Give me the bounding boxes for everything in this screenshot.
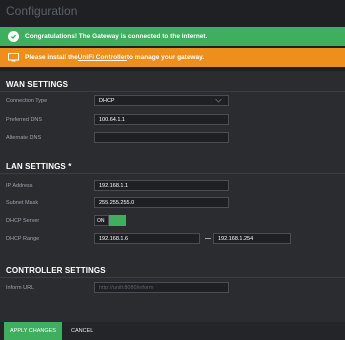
dhcp-server-toggle[interactable]: ON	[94, 215, 126, 226]
check-circle-icon	[8, 31, 19, 42]
subnet-mask-label: Subnet Mask	[6, 200, 39, 206]
warning-banner-suffix: to manage your gateway.	[126, 54, 205, 61]
alternate-dns-input[interactable]	[94, 132, 229, 143]
dhcp-range-start-input[interactable]: 192.168.1.6	[94, 233, 200, 244]
warning-banner-prefix: Please install the	[25, 54, 78, 61]
warning-banner: Please install the UniFi Controller to m…	[0, 48, 345, 67]
success-banner-text: Congratulations! The Gateway is connecte…	[25, 33, 208, 40]
lan-settings-heading: LAN SETTINGS *	[6, 162, 72, 171]
monitor-icon	[8, 53, 19, 62]
preferred-dns-label: Preferred DNS	[6, 117, 43, 123]
subnet-mask-input[interactable]: 255.255.255.0	[94, 197, 229, 208]
wan-settings-heading: WAN SETTINGS	[6, 80, 69, 89]
dhcp-range-label: DHCP Range	[6, 236, 40, 242]
ip-address-input[interactable]: 192.168.1.1	[94, 180, 229, 191]
chevron-down-icon	[215, 98, 222, 105]
alternate-dns-label: Alternate DNS	[6, 135, 42, 141]
connection-type-label: Connection Type	[6, 98, 48, 104]
connection-type-select[interactable]: DHCP	[94, 95, 229, 106]
cancel-button[interactable]: CANCEL	[71, 322, 93, 340]
dhcp-server-label: DHCP Server	[6, 218, 40, 224]
lan-divider	[0, 173, 345, 174]
inform-url-label: Inform URL	[6, 285, 35, 291]
success-banner: Congratulations! The Gateway is connecte…	[0, 27, 345, 46]
range-separator	[205, 238, 211, 239]
ip-address-label: IP Address	[6, 183, 33, 189]
preferred-dns-input[interactable]: 100.64.1.1	[94, 114, 229, 125]
unifi-controller-link[interactable]: UniFi Controller	[78, 54, 127, 61]
page-title: Configuration	[6, 4, 78, 18]
controller-settings-heading: CONTROLLER SETTINGS	[6, 266, 106, 275]
apply-changes-button[interactable]: APPLY CHANGES	[4, 322, 62, 340]
connection-type-value: DHCP	[99, 97, 115, 104]
dhcp-server-state: ON	[94, 215, 109, 226]
wan-divider	[0, 91, 345, 92]
controller-divider	[0, 277, 345, 278]
inform-url-input[interactable]: http://unifi:8080/inform	[94, 282, 229, 293]
toggle-knob	[109, 215, 126, 226]
dhcp-range-end-input[interactable]: 192.168.1.254	[213, 233, 291, 244]
